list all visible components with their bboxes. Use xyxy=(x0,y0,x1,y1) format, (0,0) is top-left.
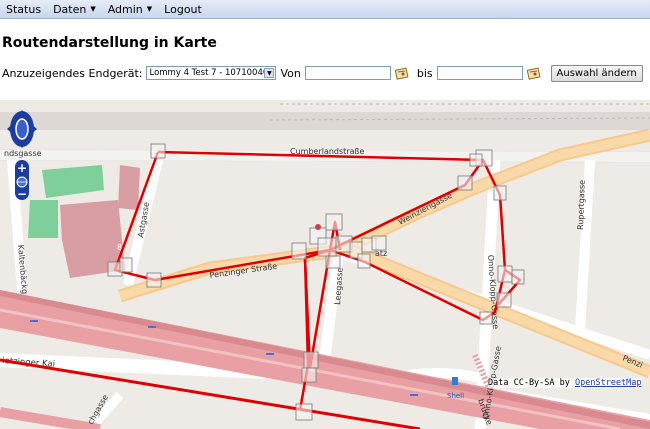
menu-status-label: Status xyxy=(6,2,42,16)
from-date-input[interactable] xyxy=(304,66,391,80)
menu-status[interactable]: Status xyxy=(0,3,47,16)
menu-admin-label: Admin xyxy=(107,2,143,16)
waypoint-marker-icon[interactable] xyxy=(371,235,387,251)
waypoint-marker-icon[interactable] xyxy=(497,265,513,283)
page-title: Routendarstellung in Karte xyxy=(2,35,217,51)
map-attribution: Data CC-By-SA by OpenStreetMap xyxy=(488,378,642,388)
menu-logout[interactable]: Logout xyxy=(158,3,208,16)
poi-label: Shell xyxy=(447,392,464,400)
to-label: bis xyxy=(416,66,433,80)
from-label: Von xyxy=(280,66,301,80)
street-label: Rupertgasse xyxy=(576,180,587,230)
pan-center-icon xyxy=(15,118,29,140)
to-date-input[interactable] xyxy=(436,66,523,80)
menu-admin[interactable]: Admin ▼ xyxy=(102,3,158,16)
fuel-station-icon xyxy=(452,377,458,385)
waypoint-marker-icon[interactable] xyxy=(119,257,133,273)
device-select[interactable]: Lommy 4 Test 7 - 1071004002 ▼ xyxy=(146,66,277,80)
waypoint-marker-icon[interactable] xyxy=(150,143,166,159)
menu-daten-label: Daten xyxy=(53,2,87,16)
apply-selection-button[interactable]: Auswahl ändern xyxy=(550,64,643,82)
direction-arrow-icon xyxy=(266,353,274,355)
caret-down-icon: ▼ xyxy=(146,5,153,13)
waypoint-marker-icon[interactable] xyxy=(301,367,317,383)
menu-bar: Status Daten ▼ Admin ▼ Logout xyxy=(0,0,650,19)
device-label: Anzuzeigendes Endgerät: xyxy=(2,66,143,80)
waypoint-marker-icon[interactable] xyxy=(325,213,343,231)
building-block xyxy=(0,112,650,130)
waypoint-marker-icon[interactable] xyxy=(493,185,507,201)
waypoint-marker-icon[interactable] xyxy=(469,153,483,167)
caret-down-icon: ▼ xyxy=(90,5,96,13)
waypoint-marker-icon[interactable] xyxy=(496,292,512,308)
menu-logout-label: Logout xyxy=(164,2,202,16)
waypoint-marker-icon[interactable] xyxy=(303,351,319,369)
waypoint-marker-icon[interactable] xyxy=(295,403,313,421)
green-area xyxy=(28,200,58,238)
menu-daten[interactable]: Daten ▼ xyxy=(47,3,102,16)
direction-arrow-icon xyxy=(148,326,156,328)
device-select-value: Lommy 4 Test 7 - 1071004002 xyxy=(149,68,267,78)
street-label: ndsgasse xyxy=(4,149,42,158)
attribution-text: Data CC-By-SA by xyxy=(488,378,575,388)
waypoint-marker-icon[interactable] xyxy=(325,255,341,269)
waypoint-marker-icon[interactable] xyxy=(291,242,307,260)
waypoint-marker-icon[interactable] xyxy=(511,269,525,285)
waypoint-marker-icon[interactable] xyxy=(317,237,337,257)
zoom-in-icon[interactable]: + xyxy=(17,161,27,175)
waypoint-marker-icon[interactable] xyxy=(457,175,473,191)
calendar-icon[interactable] xyxy=(526,66,541,80)
waypoint-marker-icon[interactable] xyxy=(146,272,162,288)
direction-arrow-icon xyxy=(410,394,418,396)
calendar-icon[interactable] xyxy=(394,66,409,80)
waypoint-marker-icon[interactable] xyxy=(479,311,493,325)
building xyxy=(118,165,140,210)
zoom-out-icon[interactable]: − xyxy=(17,187,27,201)
map-zoom-control[interactable]: + − xyxy=(15,160,29,201)
openstreetmap-link[interactable]: OpenStreetMap xyxy=(575,378,642,388)
location-pin-icon xyxy=(315,224,321,230)
waypoint-marker-icon[interactable] xyxy=(357,253,371,269)
filter-form: Anzuzeigendes Endgerät: Lommy 4 Test 7 -… xyxy=(2,64,643,82)
direction-arrow-icon xyxy=(30,320,38,322)
chevron-down-icon: ▼ xyxy=(264,68,275,78)
